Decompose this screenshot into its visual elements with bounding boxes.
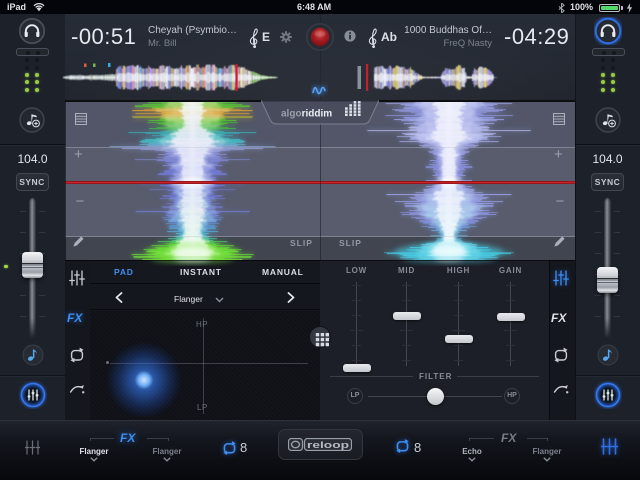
svg-text:algoriddim: algoriddim <box>281 109 332 120</box>
svg-text:reloop: reloop <box>307 440 349 451</box>
